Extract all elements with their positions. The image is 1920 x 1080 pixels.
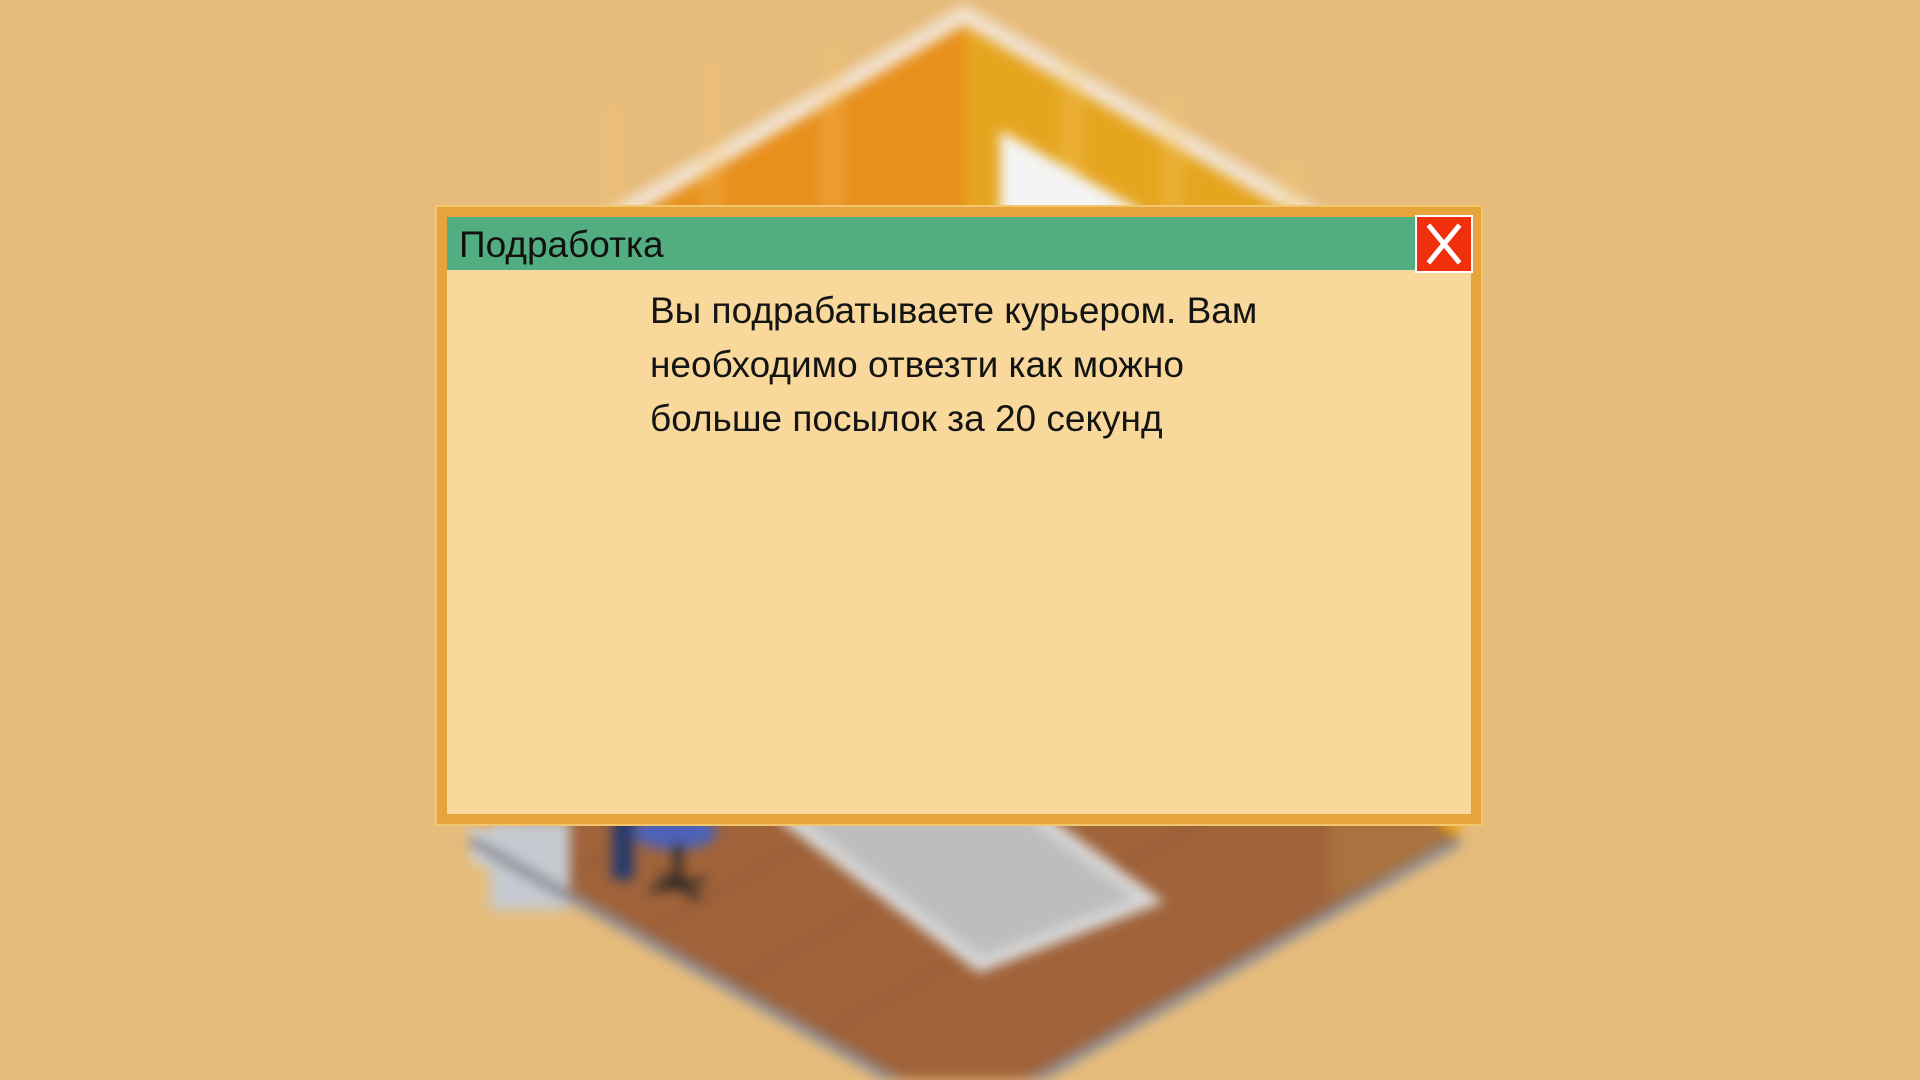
- dialog-titlebar: Подработка: [447, 217, 1471, 270]
- close-button[interactable]: [1415, 215, 1473, 273]
- cabinet-front: [490, 820, 570, 910]
- dialog-message: Вы подрабатываете курьером. Вам необходи…: [650, 290, 1258, 439]
- side-job-dialog: Подработка Вы подрабатываете курьером. В…: [435, 205, 1483, 826]
- close-x-icon: [1426, 223, 1462, 265]
- dialog-title: Подработка: [459, 224, 664, 265]
- game-scene: Подработка Вы подрабатываете курьером. В…: [0, 0, 1920, 1080]
